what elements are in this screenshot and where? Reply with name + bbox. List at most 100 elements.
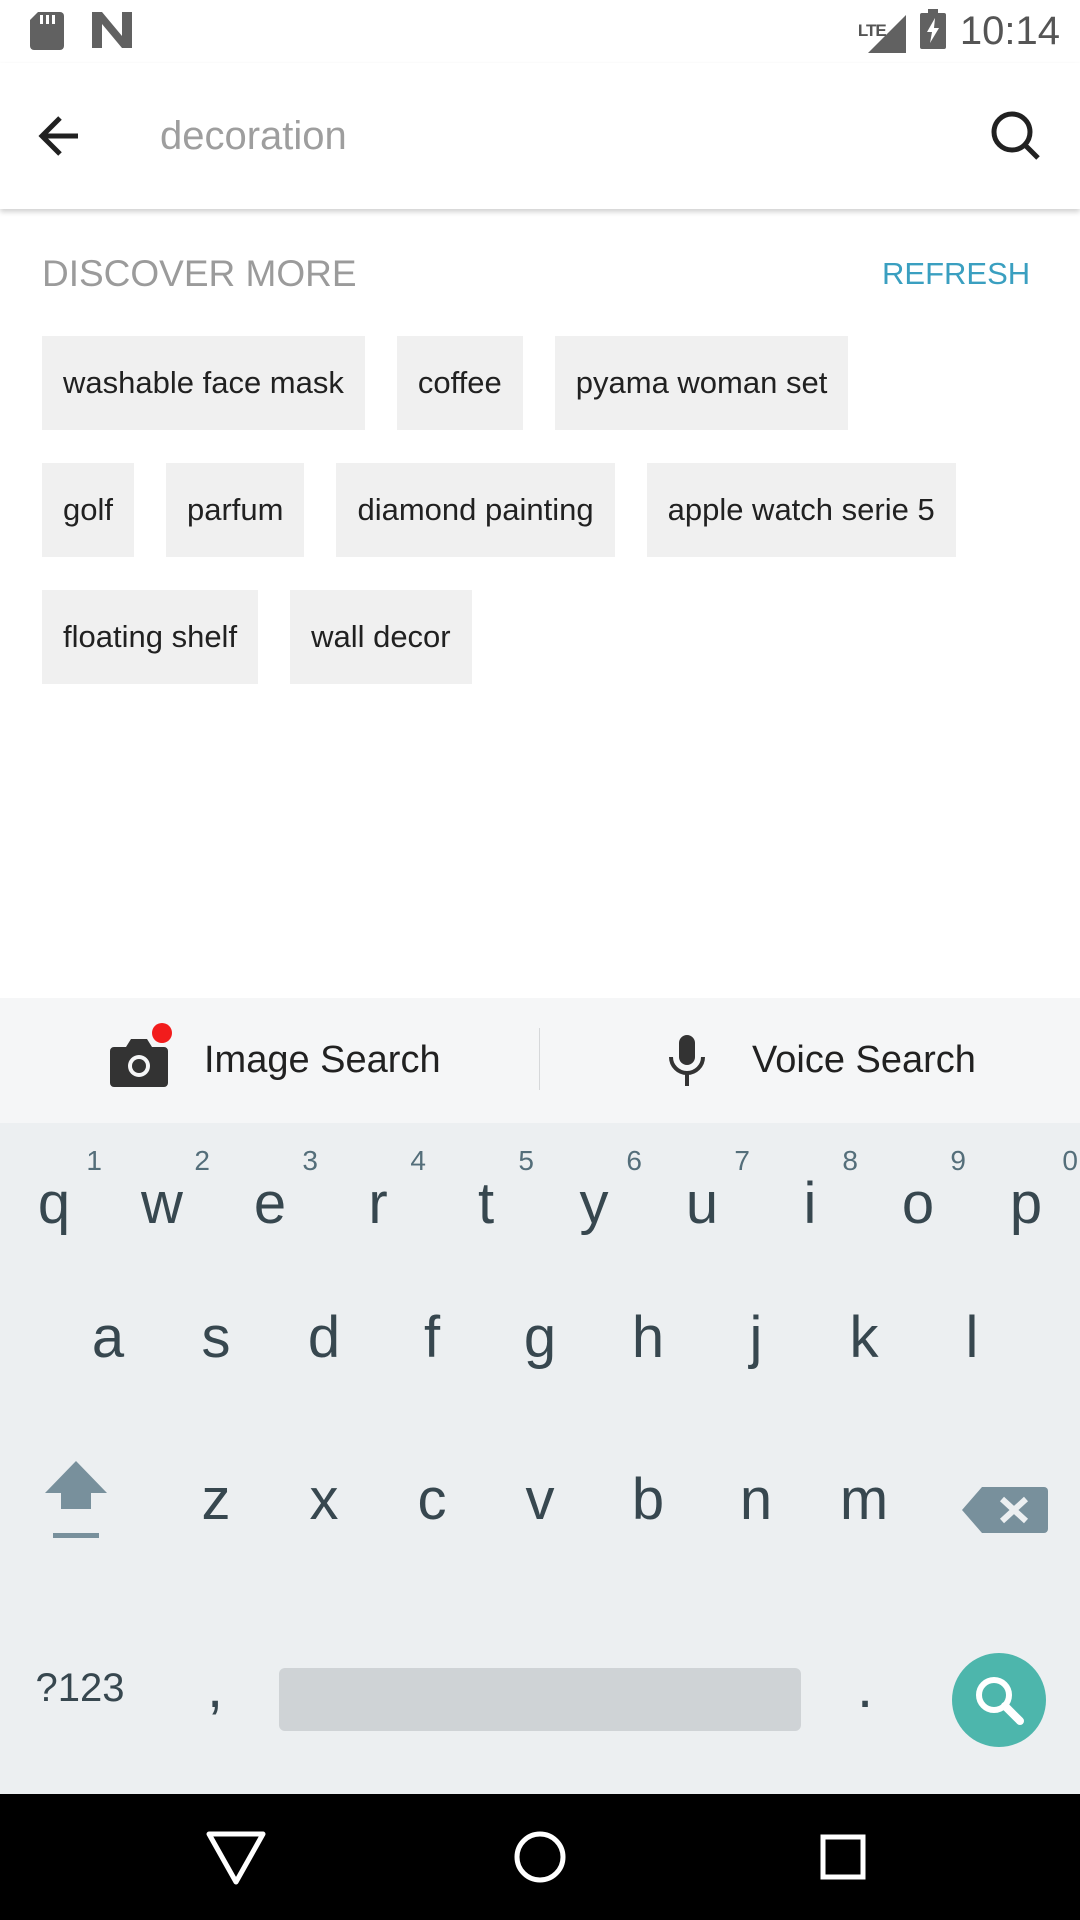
key-char: a [91,1305,125,1370]
signal-icon: LTE [858,11,906,53]
refresh-button[interactable]: REFRESH [882,256,1030,292]
key-char: c [417,1467,447,1532]
voice-search-button[interactable]: Voice Search [666,998,976,1123]
key-char: y [579,1171,609,1236]
key-char: i [803,1171,817,1236]
suggestion-chip[interactable]: parfum [165,463,305,557]
camera-icon [110,1022,172,1087]
key-hint: 0 [1062,1145,1078,1176]
clock: 10:14 [959,9,1060,53]
key-char: b [631,1467,665,1532]
suggestion-chip[interactable]: coffee [396,336,523,430]
key-w[interactable]: 2w [108,1143,216,1263]
key-g[interactable]: g [486,1289,594,1409]
nav-back-button[interactable] [203,1824,269,1890]
key-char: f [423,1305,441,1370]
search-bar [0,63,1080,209]
key-char: s [201,1305,231,1370]
divider [539,1028,540,1090]
backspace-key[interactable] [960,1485,1050,1545]
key-char: l [965,1305,979,1370]
suggestion-chip[interactable]: floating shelf [42,590,259,684]
key-char: o [901,1171,935,1236]
symbols-label: ?123 [35,1666,125,1710]
key-k[interactable]: k [810,1289,918,1409]
key-char: w [141,1171,183,1236]
status-bar: LTE 10:14 [0,0,1080,63]
n-logo-icon [92,12,132,55]
key-char: u [685,1171,719,1236]
nav-recents-button[interactable] [810,1824,876,1890]
key-m[interactable]: m [810,1453,918,1573]
triangle-back-icon [206,1831,266,1885]
key-x[interactable]: x [270,1453,378,1573]
key-char: g [523,1305,557,1370]
search-icon [991,111,1040,160]
key-b[interactable]: b [594,1453,702,1573]
key-e[interactable]: 3e [216,1143,324,1263]
key-hint: 8 [842,1145,858,1176]
key-hint: 7 [734,1145,750,1176]
key-a[interactable]: a [54,1289,162,1409]
key-c[interactable]: c [378,1453,486,1573]
key-d[interactable]: d [270,1289,378,1409]
suggestion-chip[interactable]: golf [42,463,134,557]
comma-key[interactable]: , [180,1643,250,1733]
battery-icon [919,9,946,54]
suggestion-chips: washable face mask coffee pyama woman se… [42,336,1042,717]
key-f[interactable]: f [378,1289,486,1409]
search-button[interactable] [988,108,1044,164]
key-z[interactable]: z [162,1453,270,1573]
key-j[interactable]: j [702,1289,810,1409]
back-button[interactable] [32,108,92,164]
key-char: d [307,1305,341,1370]
search-input[interactable] [158,103,942,169]
key-hint: 5 [518,1145,534,1176]
key-i[interactable]: 8i [756,1143,864,1263]
suggestion-chip[interactable]: pyama woman set [554,336,849,430]
spacebar[interactable] [279,1668,801,1731]
key-char: p [1009,1171,1043,1236]
key-v[interactable]: v [486,1453,594,1573]
symbols-key[interactable]: ?123 [20,1643,140,1733]
key-hint: 9 [950,1145,966,1176]
key-hint: 4 [410,1145,426,1176]
image-search-button[interactable]: Image Search [110,998,441,1123]
suggestion-chip[interactable]: apple watch serie 5 [646,463,956,557]
key-char: . [856,1655,874,1720]
microphone-icon [666,1034,708,1087]
key-h[interactable]: h [594,1289,702,1409]
search-options-strip: Image Search Voice Search [0,998,1080,1124]
key-o[interactable]: 9o [864,1143,972,1263]
key-char: e [253,1171,287,1236]
key-r[interactable]: 4r [324,1143,432,1263]
key-q[interactable]: 1q [0,1143,108,1263]
key-hint: 2 [194,1145,210,1176]
key-t[interactable]: 5t [432,1143,540,1263]
discover-more-heading: DISCOVER MORE [42,253,357,294]
backspace-icon [962,1487,1048,1533]
key-char: h [631,1305,665,1370]
key-l[interactable]: l [918,1289,1026,1409]
suggestion-chip[interactable]: wall decor [290,590,472,684]
nav-home-button[interactable] [507,1824,573,1890]
suggestion-chip[interactable]: diamond painting [336,463,615,557]
search-action-key[interactable] [952,1653,1046,1747]
key-char: q [37,1171,71,1236]
navigation-bar [0,1794,1080,1920]
key-char: r [368,1171,388,1236]
key-y[interactable]: 6y [540,1143,648,1263]
period-key[interactable]: . [830,1643,900,1733]
key-s[interactable]: s [162,1289,270,1409]
sd-card-icon [30,12,64,55]
key-char: k [849,1305,879,1370]
chip-row: golf parfum diamond painting apple watch… [42,463,1042,557]
suggestion-chip[interactable]: washable face mask [42,336,365,430]
key-p[interactable]: 0p [972,1143,1080,1263]
key-n[interactable]: n [702,1453,810,1573]
shift-icon [45,1461,107,1538]
key-char: , [206,1655,224,1720]
image-search-label: Image Search [204,1039,441,1081]
shift-key[interactable] [18,1453,134,1573]
key-u[interactable]: 7u [648,1143,756,1263]
